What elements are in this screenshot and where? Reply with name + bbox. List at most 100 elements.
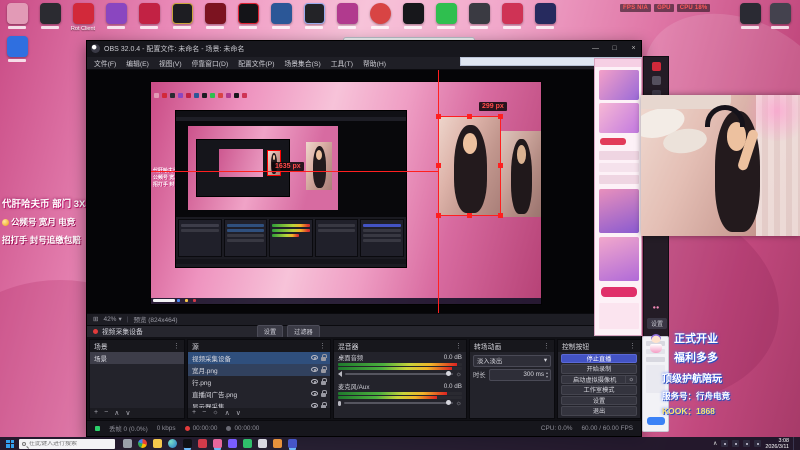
visibility-icon[interactable] xyxy=(311,403,318,408)
menu-view[interactable]: 视图(V) xyxy=(154,58,187,68)
lock-icon[interactable] xyxy=(321,365,327,373)
pink-panel-row[interactable] xyxy=(599,175,639,184)
obs-taskbar-icon[interactable] xyxy=(183,439,192,448)
selection-handle[interactable] xyxy=(498,113,503,119)
desktop-icon-word[interactable] xyxy=(268,3,294,32)
selection-handle[interactable] xyxy=(498,163,503,169)
obs-window[interactable]: OBS 32.0.4 - 配置文件: 未命名 - 场景: 未命名 — □ × 文… xyxy=(86,40,642,437)
lock-icon[interactable] xyxy=(321,389,327,397)
pink-panel-cta-button[interactable] xyxy=(601,287,637,297)
side-app-pink-link[interactable]: ●● xyxy=(644,305,668,311)
transitions-panel-header[interactable]: 转场动画 ⋮ xyxy=(470,339,554,352)
side-app-icon[interactable] xyxy=(651,76,661,85)
visibility-icon[interactable] xyxy=(311,391,318,397)
source-row[interactable]: 视频采集设备 xyxy=(188,351,330,364)
obs-minimize-button[interactable]: — xyxy=(588,41,603,57)
pink-panel-button[interactable] xyxy=(600,138,626,145)
webcam-overlay-window[interactable] xyxy=(641,95,800,236)
sources-panel-header[interactable]: 源 ⋮ xyxy=(188,339,330,352)
app-icon[interactable] xyxy=(198,439,207,448)
app-icon[interactable] xyxy=(288,439,297,448)
menu-scene-collection[interactable]: 场景集合(S) xyxy=(279,58,325,68)
tray-icon-network[interactable] xyxy=(732,440,740,447)
visibility-icon[interactable] xyxy=(311,367,318,373)
search-input[interactable] xyxy=(29,440,112,447)
obs-titlebar[interactable]: OBS 32.0.4 - 配置文件: 未命名 - 场景: 未命名 — □ × xyxy=(87,41,641,57)
desktop-icon[interactable] xyxy=(103,3,129,32)
menu-file[interactable]: 文件(F) xyxy=(89,58,121,68)
start-recording-button[interactable]: 开始录制 xyxy=(561,364,637,374)
desktop-icon[interactable] xyxy=(301,3,327,32)
menu-help[interactable]: 帮助(H) xyxy=(358,58,391,68)
selection-handle[interactable] xyxy=(436,212,441,218)
add-source-button[interactable]: + xyxy=(192,409,196,416)
desktop-icon[interactable] xyxy=(202,3,228,32)
desktop-icon[interactable] xyxy=(499,3,525,32)
zoom-control[interactable]: 42% ▾ xyxy=(103,315,121,324)
desktop-icon[interactable] xyxy=(466,3,492,32)
desktop-icon[interactable] xyxy=(433,3,459,32)
channel-gear-icon[interactable]: ☼ xyxy=(456,400,462,407)
desktop-icon[interactable] xyxy=(532,3,558,32)
tray-expand-icon[interactable]: ∧ xyxy=(713,440,717,447)
tray-icon-volume[interactable] xyxy=(743,440,751,447)
selection-handle[interactable] xyxy=(436,113,441,119)
mic-icon[interactable] xyxy=(338,400,341,406)
panel-menu-icon[interactable]: ⋮ xyxy=(629,342,636,350)
scene-down-button[interactable]: ∨ xyxy=(125,409,130,417)
start-button[interactable] xyxy=(6,439,14,448)
menu-edit[interactable]: 编辑(E) xyxy=(121,58,154,68)
desktop-icon[interactable] xyxy=(737,3,763,29)
add-scene-button[interactable]: + xyxy=(94,409,98,416)
obs-preview[interactable]: 代肝哈夫币 部门 3X3 公频号 宽月 电竞 招打手 封号追缴包赔 xyxy=(87,69,641,313)
source-row[interactable]: 显示器采集 xyxy=(188,400,330,408)
show-desktop-button[interactable] xyxy=(793,437,797,450)
desktop-icon[interactable] xyxy=(367,3,393,32)
scenes-panel-header[interactable]: 场景 ⋮ xyxy=(90,339,184,352)
lock-icon[interactable] xyxy=(321,377,327,385)
thumbnail-image[interactable] xyxy=(599,103,639,133)
obs-close-button[interactable]: × xyxy=(626,41,641,57)
desktop-icon-rot-client[interactable]: Rot Client xyxy=(70,3,96,32)
panel-menu-icon[interactable]: ⋮ xyxy=(319,342,326,350)
mixer-panel-header[interactable]: 混音器 ⋮ xyxy=(334,339,466,352)
desktop-icon-accelerator[interactable] xyxy=(4,36,30,62)
speaker-icon[interactable] xyxy=(338,371,342,378)
panel-menu-icon[interactable]: ⋮ xyxy=(173,342,180,350)
task-view-icon[interactable] xyxy=(123,439,132,448)
pink-panel-row[interactable] xyxy=(599,163,639,172)
thumbnail-image[interactable] xyxy=(599,237,639,281)
scene-up-button[interactable]: ∧ xyxy=(114,409,119,417)
desktop-icon[interactable] xyxy=(136,3,162,32)
controls-panel-header[interactable]: 控制按钮 ⋮ xyxy=(558,339,640,352)
lock-icon[interactable] xyxy=(321,401,327,408)
thumbnail-image[interactable] xyxy=(599,70,639,100)
source-row[interactable]: 直播间广告.png xyxy=(188,388,330,400)
desktop-icon[interactable] xyxy=(37,3,63,32)
panel-menu-icon[interactable]: ⋮ xyxy=(543,342,550,350)
source-selection-box[interactable] xyxy=(436,113,503,218)
remove-scene-button[interactable]: − xyxy=(104,409,108,416)
menu-profile[interactable]: 配置文件(P) xyxy=(233,58,279,68)
chrome-icon[interactable] xyxy=(138,439,147,448)
app-icon[interactable] xyxy=(213,439,222,448)
selection-handle[interactable] xyxy=(498,212,503,218)
source-properties-icon[interactable]: ☼ xyxy=(212,409,218,416)
desktop-icon[interactable] xyxy=(169,3,195,32)
edge-icon[interactable] xyxy=(168,439,177,448)
transition-select[interactable]: 淡入淡出 ▾ xyxy=(473,354,551,367)
app-icon[interactable] xyxy=(273,439,282,448)
thumbnail-image[interactable] xyxy=(599,189,639,233)
pink-panel-row[interactable] xyxy=(599,151,639,160)
tray-icon[interactable] xyxy=(721,440,729,447)
app-icon[interactable] xyxy=(243,439,252,448)
visibility-icon[interactable] xyxy=(311,379,318,385)
panel-menu-icon[interactable]: ⋮ xyxy=(455,342,462,350)
volume-slider[interactable] xyxy=(344,400,453,406)
virtual-camera-button[interactable]: 启动虚拟摄像机 ☼ xyxy=(561,374,637,385)
desktop-icon[interactable] xyxy=(400,3,426,32)
source-row[interactable]: 行.png xyxy=(188,376,330,388)
app-icon[interactable] xyxy=(228,439,237,448)
desktop-icon[interactable] xyxy=(334,3,360,32)
exit-button[interactable]: 退出 xyxy=(561,406,637,416)
